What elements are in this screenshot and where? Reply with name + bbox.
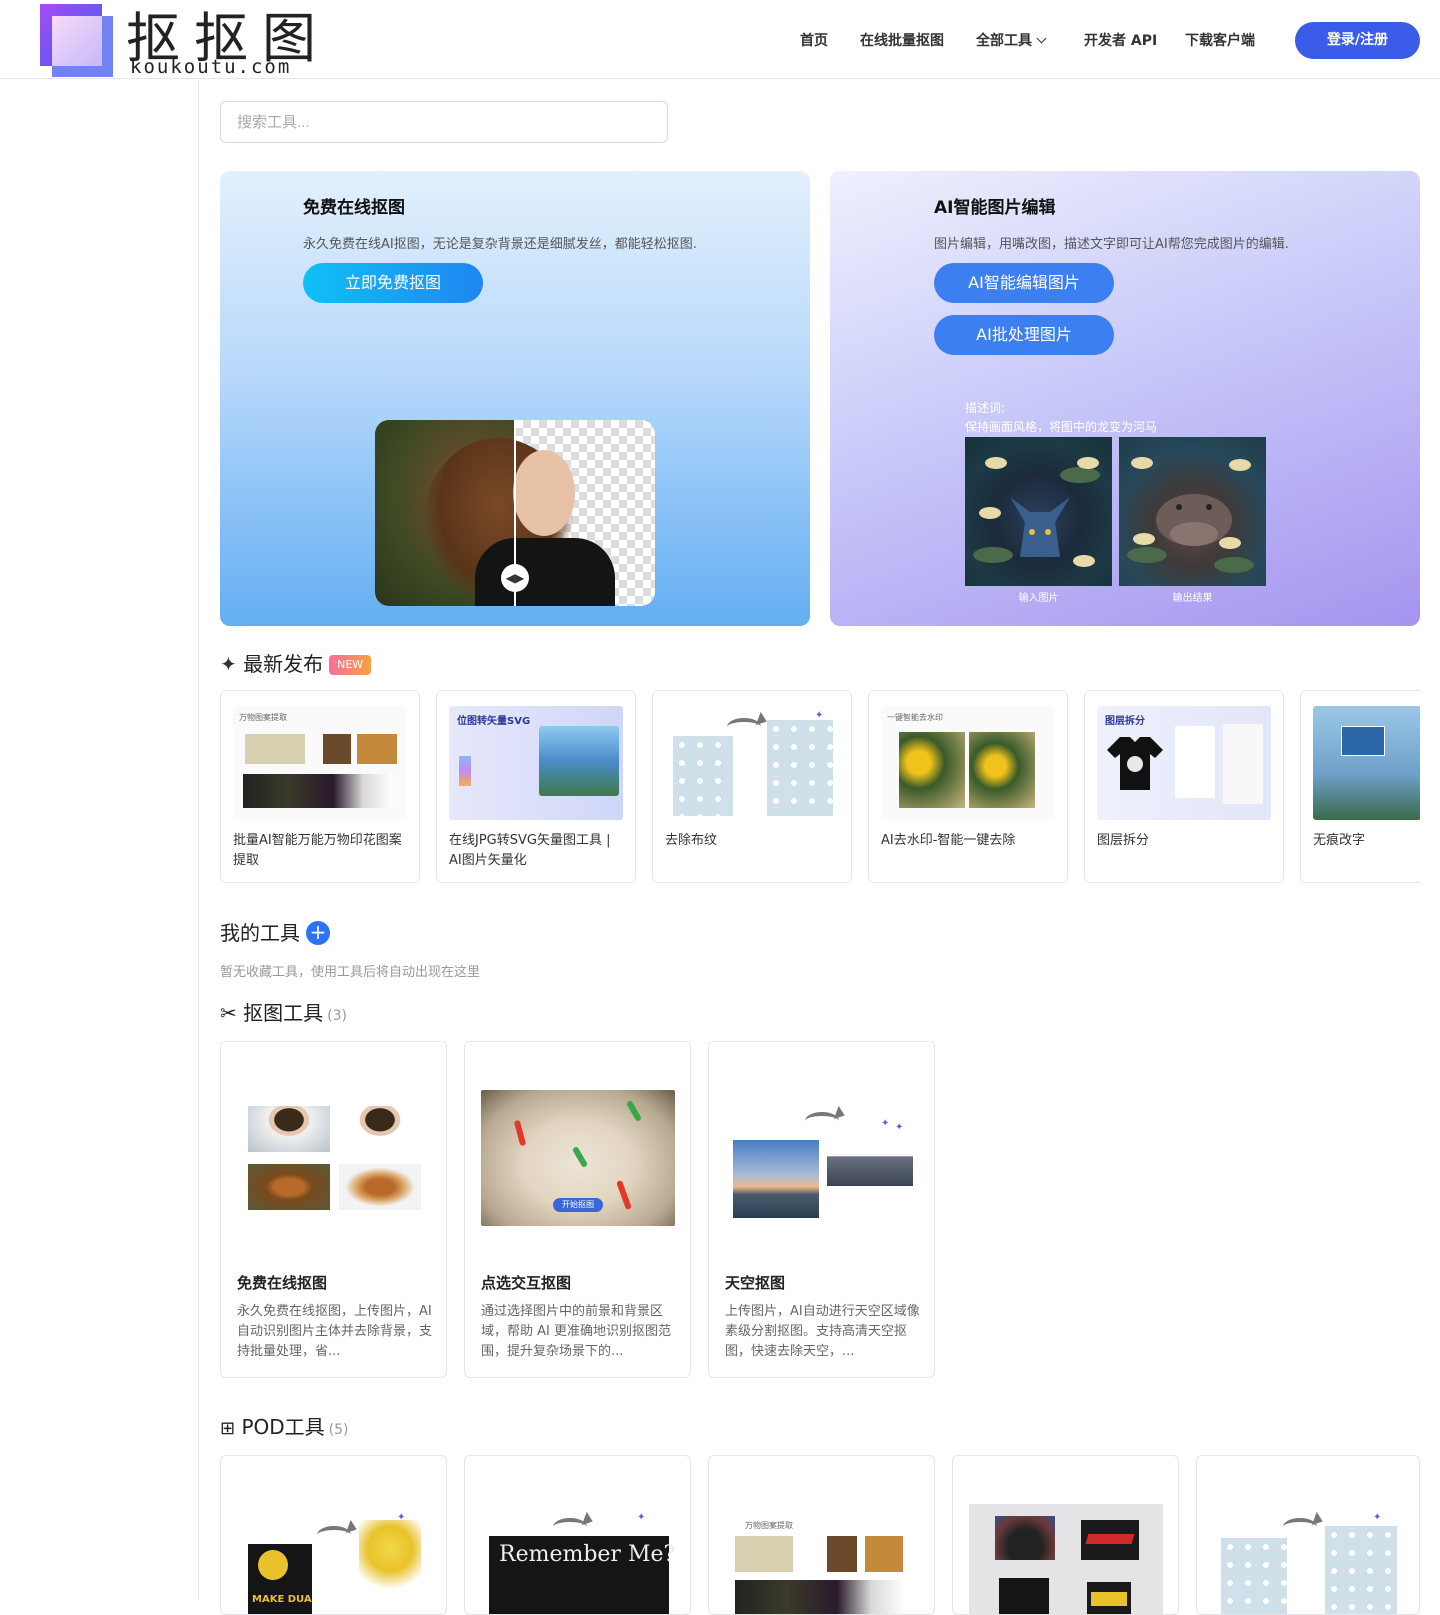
pod-card-2[interactable]: Remember Me? ✦ [464, 1455, 691, 1615]
thumb-caption: 万物图案提取 [745, 1521, 793, 1530]
nav-developer-api[interactable]: 开发者 API [1084, 30, 1157, 50]
free-cutout-button[interactable]: 立即免费抠图 [303, 263, 483, 303]
start-cutout-button[interactable]: 开始抠图 [553, 1198, 603, 1212]
add-tool-button[interactable]: + [306, 921, 330, 945]
card-thumbnail [969, 1504, 1163, 1614]
card-thumbnail: ✦ [665, 706, 839, 820]
card-label: 图层拆分 [1097, 833, 1150, 848]
scissors-icon: ✂ [220, 1001, 237, 1025]
nav-all-tools[interactable]: 全部工具 [976, 30, 1047, 50]
card-thumbnail: 一键智能去水印 [881, 706, 1055, 820]
section-latest: ✦ 最新发布 NEW [220, 648, 372, 677]
latest-card-layer-split[interactable]: 图层拆分 图层拆分 [1084, 690, 1284, 883]
card-thumbnail [1221, 1538, 1287, 1614]
tool-description: 永久免费在线抠图，上传图片，AI自动识别图片主体并去除背景，支持批量处理，省..… [237, 1304, 433, 1359]
thumb-caption: Remember Me? [499, 1542, 676, 1567]
portrait-face [513, 450, 575, 536]
latest-card-seamless-text[interactable]: 无痕改字 [1300, 690, 1420, 883]
tool-title: 点选交互抠图 [481, 1274, 572, 1292]
before-after-comparison[interactable]: ◀▶ [375, 420, 655, 606]
hero-card-free-cutout: 免费在线抠图 永久免费在线AI抠图，无论是复杂背景还是细腻发丝，都能轻松抠图. … [220, 171, 810, 626]
card-thumbnail: 图层拆分 [1097, 706, 1271, 820]
tool-card-free-cutout[interactable]: 免费在线抠图 永久免费在线抠图，上传图片，AI自动识别图片主体并去除背景，支持批… [220, 1041, 447, 1378]
latest-card-remove-fabric[interactable]: ✦ 去除布纹 [652, 690, 852, 883]
portrait-body [475, 538, 615, 606]
thumb-caption: 图层拆分 [1105, 716, 1145, 727]
thumb-caption: 一键智能去水印 [887, 713, 943, 722]
card-label: 去除布纹 [665, 833, 718, 848]
ai-edit-button[interactable]: AI智能编辑图片 [934, 263, 1114, 303]
tool-title: 免费在线抠图 [237, 1274, 328, 1292]
my-tools-empty-note: 暂无收藏工具，使用工具后将自动出现在这里 [220, 965, 481, 980]
hero-description: 图片编辑，用嘴改图，描述文字即可让AI帮您完成图片的编辑. [934, 237, 1289, 252]
hippo-shape [1156, 494, 1232, 546]
pod-card-5[interactable]: ✦ [1196, 1455, 1420, 1615]
chevron-down-icon [1036, 33, 1047, 44]
sparkle-icon: ✦ [220, 652, 237, 676]
logo-text-en[interactable]: koukoutu.com [130, 56, 291, 78]
section-pod-title: POD工具 [241, 1415, 325, 1439]
pod-icon: ⊞ [220, 1418, 236, 1439]
tool-title: 天空抠图 [725, 1274, 786, 1292]
nav-home[interactable]: 首页 [800, 30, 828, 50]
tool-description: 上传图片，AI自动进行天空区域像素级分割抠图。支持高清天空抠图，快速去除天空，.… [725, 1304, 920, 1359]
latest-card-remove-watermark[interactable]: 一键智能去水印 AI去水印-智能一键去除 [868, 690, 1068, 883]
pod-card-3[interactable]: 万物图案提取 [708, 1455, 935, 1615]
top-header: 抠抠图 koukoutu.com 首页 在线批量抠图 全部工具 开发者 API … [0, 0, 1440, 79]
card-thumbnail: 位图转矢量SVG [449, 706, 623, 820]
section-cutout-tools: ✂ 抠图工具 (3) [220, 997, 347, 1026]
card-label: 无痕改字 [1313, 833, 1366, 848]
tool-card-sky-cutout[interactable]: ✦ ✦ 天空抠图 上传图片，AI自动进行天空区域像素级分割抠图。支持高清天空抠图… [708, 1041, 935, 1378]
card-label: AI去水印-智能一键去除 [881, 833, 1016, 848]
prompt-text: 保持画面风格，将图中的龙变为河马 [965, 420, 1158, 434]
compare-handle-icon[interactable]: ◀▶ [501, 564, 529, 592]
login-register-button[interactable]: 登录/注册 [1295, 22, 1420, 59]
section-pod-tools: ⊞ POD工具 (5) [220, 1411, 349, 1440]
prompt-label: 描述词: [965, 401, 1006, 415]
section-my-tools: 我的工具 + [220, 917, 330, 946]
card-thumbnail [1313, 706, 1420, 820]
tool-description: 通过选择图片中的前景和背景区域，帮助 AI 更准确地识别抠图范围，提升复杂场景下… [481, 1304, 671, 1359]
nav-download-client[interactable]: 下载客户端 [1185, 30, 1255, 50]
card-thumbnail: 万物图案提取 [233, 706, 407, 820]
section-pod-count: (5) [328, 1422, 349, 1438]
latest-card-jpg-to-svg[interactable]: 位图转矢量SVG 在线JPG转SVG矢量图工具 | AI图片矢量化 [436, 690, 636, 883]
card-label: 在线JPG转SVG矢量图工具 | AI图片矢量化 [449, 833, 611, 868]
pod-card-4[interactable] [952, 1455, 1179, 1615]
hero-title: AI智能图片编辑 [934, 198, 1056, 218]
hero-description: 永久免费在线AI抠图，无论是复杂背景还是细腻发丝，都能轻松抠图. [303, 237, 697, 252]
section-cutout-count: (3) [327, 1008, 347, 1024]
hero-title: 免费在线抠图 [303, 198, 405, 218]
tool-card-interactive-cutout[interactable]: 开始抠图 点选交互抠图 通过选择图片中的前景和背景区域，帮助 AI 更准确地识别… [464, 1041, 691, 1378]
section-cutout-title: 抠图工具 [243, 1001, 324, 1025]
input-image [965, 437, 1112, 586]
thumb-caption: 位图转矢量SVG [457, 716, 531, 727]
latest-card-pattern-extract[interactable]: 万物图案提取 批量AI智能万能万物印花图案提取 [220, 690, 420, 883]
hero-card-ai-edit: AI智能图片编辑 图片编辑，用嘴改图，描述文字即可让AI帮您完成图片的编辑. A… [830, 171, 1420, 626]
section-latest-title: 最新发布 [243, 652, 324, 676]
ai-batch-button[interactable]: AI批处理图片 [934, 315, 1114, 355]
input-caption: 输入图片 [1018, 593, 1059, 604]
card-thumbnail: 开始抠图 [481, 1090, 675, 1226]
output-caption: 输出结果 [1172, 593, 1213, 604]
nav-all-tools-label: 全部工具 [976, 33, 1032, 49]
card-thumbnail: Remember Me? [489, 1536, 675, 1614]
card-label: 批量AI智能万能万物印花图案提取 [233, 833, 402, 868]
search-input[interactable] [220, 101, 668, 143]
sidebar [0, 80, 199, 1600]
nav-batch-cutout[interactable]: 在线批量抠图 [860, 30, 944, 50]
card-thumbnail: MAKE DUA [248, 1544, 312, 1614]
pod-card-1[interactable]: MAKE DUA ✦ [220, 1455, 447, 1615]
dragon-shape [1010, 497, 1070, 557]
thumb-caption: 万物图案提取 [239, 713, 287, 722]
output-image [1119, 437, 1266, 586]
logo-icon[interactable] [40, 4, 113, 77]
new-badge: NEW [329, 655, 372, 675]
section-my-tools-title: 我的工具 [220, 921, 300, 945]
